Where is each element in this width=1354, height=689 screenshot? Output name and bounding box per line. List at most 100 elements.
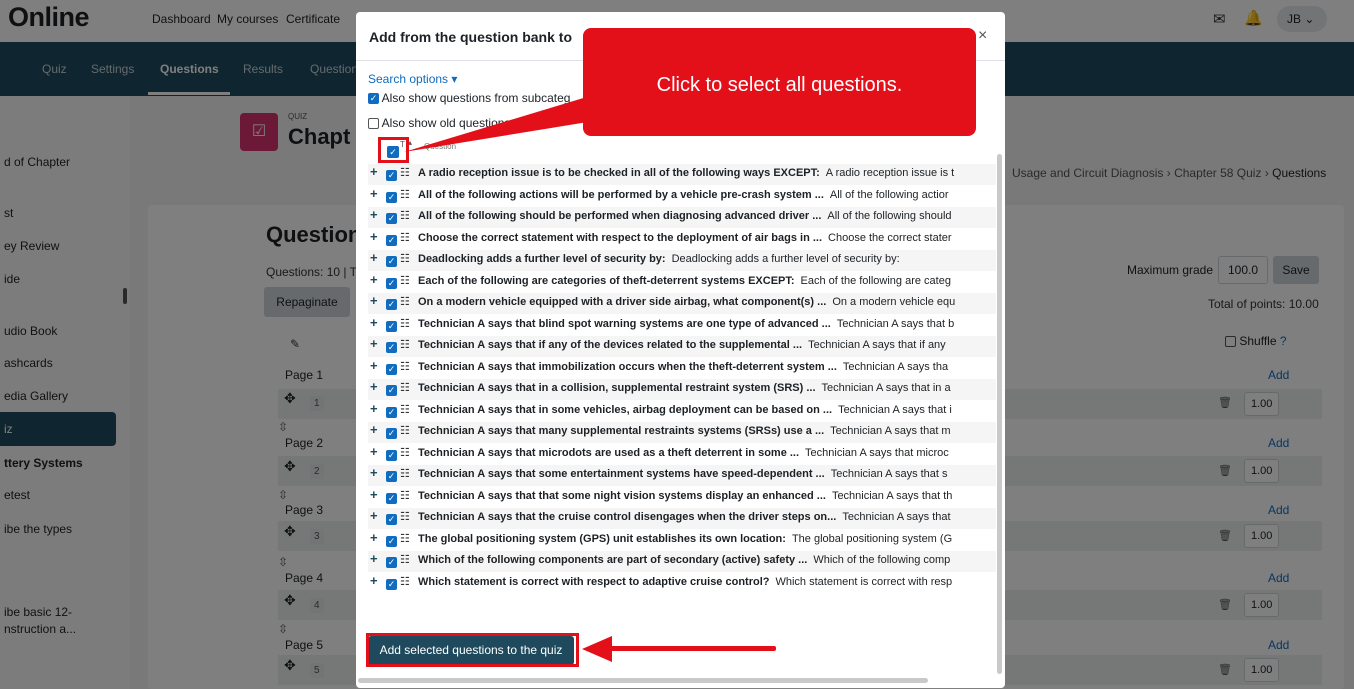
question-bank-row[interactable]: + ✓ ☷ Technician A says that some entertain… xyxy=(368,465,996,486)
question-bank-row[interactable]: + ✓ ☷ All of the following actions will be … xyxy=(368,186,996,207)
question-checkbox[interactable]: ✓ xyxy=(386,256,397,268)
question-checkbox[interactable]: ✓ xyxy=(386,299,397,311)
arrow-left-icon xyxy=(582,636,612,662)
multichoice-icon: ☷ xyxy=(400,425,410,437)
caret-down-icon: ▾ xyxy=(451,72,458,86)
question-bank-row[interactable]: + ✓ ☷ Technician A says that if any of the … xyxy=(368,336,996,357)
add-question-icon[interactable]: + xyxy=(370,272,382,287)
question-text: Technician A says that b xyxy=(836,317,955,330)
question-checkbox[interactable]: ✓ xyxy=(386,471,397,483)
question-text: A radio reception issue is t xyxy=(825,167,955,179)
add-selected-highlight xyxy=(366,633,579,667)
question-checkbox[interactable]: ✓ xyxy=(386,535,397,547)
question-text: Each of the following are categ xyxy=(800,274,951,287)
question-name: Technician A says that if any of the dev… xyxy=(418,339,803,351)
multichoice-icon: ☷ xyxy=(400,554,410,566)
add-question-icon[interactable]: + xyxy=(370,315,382,330)
question-bank-row[interactable]: + ✓ ☷ Technician A says that many supplemen… xyxy=(368,422,996,443)
add-question-icon[interactable]: + xyxy=(370,444,382,459)
question-bank-row[interactable]: + ✓ ☷ Technician A says that in some vehicl… xyxy=(368,401,996,422)
question-checkbox[interactable]: ✓ xyxy=(386,578,397,590)
subcategories-checkbox[interactable]: ✓ xyxy=(368,93,379,105)
question-name: Technician A says that in a collision, s… xyxy=(418,382,816,394)
question-bank-row[interactable]: + ✓ ☷ Technician A says that the cruise con… xyxy=(368,508,996,529)
question-bank-row[interactable]: + ✓ ☷ Technician A says that in a collision… xyxy=(368,379,996,400)
question-bank-row[interactable]: + ✓ ☷ Deadlocking adds a further level of s… xyxy=(368,250,996,271)
question-checkbox[interactable]: ✓ xyxy=(386,277,397,289)
question-checkbox[interactable]: ✓ xyxy=(386,213,397,225)
add-question-icon[interactable]: + xyxy=(370,465,382,480)
add-question-icon[interactable]: + xyxy=(370,422,382,437)
question-checkbox[interactable]: ✓ xyxy=(386,191,397,203)
question-bank-row[interactable]: + ✓ ☷ Technician A says that microdots are … xyxy=(368,444,996,465)
question-name: All of the following should be performed… xyxy=(418,210,822,222)
add-question-icon[interactable]: + xyxy=(370,164,382,179)
question-bank-row[interactable]: + ✓ ☷ All of the following should be perfor… xyxy=(368,207,996,228)
close-icon[interactable]: × xyxy=(978,27,987,45)
question-bank-row[interactable]: + ✓ ☷ Which statement is correct with respe… xyxy=(368,573,996,594)
question-text: Technician A says that if any xyxy=(808,339,946,351)
question-checkbox[interactable]: ✓ xyxy=(386,170,397,182)
add-question-icon[interactable]: + xyxy=(370,551,382,566)
question-checkbox[interactable]: ✓ xyxy=(386,406,397,418)
search-options-toggle[interactable]: Search options ▾ xyxy=(368,72,457,86)
multichoice-icon: ☷ xyxy=(400,339,410,351)
question-text: All of the following actior xyxy=(829,188,949,201)
add-question-icon[interactable]: + xyxy=(370,336,382,351)
question-checkbox[interactable]: ✓ xyxy=(386,428,397,440)
multichoice-icon: ☷ xyxy=(400,210,410,222)
question-text: Which statement is correct with resp xyxy=(775,575,953,588)
question-checkbox[interactable]: ✓ xyxy=(386,514,397,526)
question-text: Deadlocking adds a further level of secu… xyxy=(671,253,900,265)
multichoice-icon: ☷ xyxy=(400,167,410,179)
vertical-scrollbar[interactable] xyxy=(997,154,1002,674)
add-question-icon[interactable]: + xyxy=(370,207,382,222)
add-question-icon[interactable]: + xyxy=(370,229,382,244)
multichoice-icon: ☷ xyxy=(400,231,410,244)
horizontal-scrollbar[interactable] xyxy=(358,678,928,683)
multichoice-icon: ☷ xyxy=(400,511,410,523)
question-checkbox[interactable]: ✓ xyxy=(386,385,397,397)
add-question-icon[interactable]: + xyxy=(370,358,382,373)
question-bank-row[interactable]: + ✓ ☷ Choose the correct statement with res… xyxy=(368,229,996,250)
multichoice-icon: ☷ xyxy=(400,403,410,416)
question-checkbox[interactable]: ✓ xyxy=(386,342,397,354)
add-question-icon[interactable]: + xyxy=(370,379,382,394)
question-checkbox[interactable]: ✓ xyxy=(386,363,397,375)
question-text: Technician A says that in a xyxy=(821,382,951,394)
add-question-icon[interactable]: + xyxy=(370,573,382,588)
add-question-icon[interactable]: + xyxy=(370,487,382,502)
add-question-icon[interactable]: + xyxy=(370,186,382,201)
question-name: A radio reception issue is to be checked… xyxy=(418,167,820,179)
question-name: Technician A says that some entertainmen… xyxy=(418,468,825,480)
tutorial-callout: Click to select all questions. xyxy=(583,28,976,136)
add-question-icon[interactable]: + xyxy=(370,293,382,308)
question-bank-row[interactable]: + ✓ ☷ The global positioning system (GPS) u… xyxy=(368,530,996,551)
question-bank-row[interactable]: + ✓ ☷ Which of the following components are… xyxy=(368,551,996,572)
question-bank-row[interactable]: + ✓ ☷ A radio reception issue is to be chec… xyxy=(368,164,996,185)
multichoice-icon: ☷ xyxy=(400,446,410,459)
question-text: The global positioning system (G xyxy=(791,532,953,545)
question-bank-row[interactable]: + ✓ ☷ Technician A says that that some nigh… xyxy=(368,487,996,508)
arrow-shaft xyxy=(610,646,776,651)
add-question-icon[interactable]: + xyxy=(370,508,382,523)
question-text: Technician A says that xyxy=(842,511,951,523)
question-bank-row[interactable]: + ✓ ☷ On a modern vehicle equipped with a d… xyxy=(368,293,996,314)
question-text: Technician A says that th xyxy=(831,489,953,502)
question-bank-row[interactable]: + ✓ ☷ Technician A says that blind spot war… xyxy=(368,315,996,336)
add-question-icon[interactable]: + xyxy=(370,401,382,416)
question-name: On a modern vehicle equipped with a driv… xyxy=(418,296,827,308)
question-bank-row[interactable]: + ✓ ☷ Technician A says that immobilization… xyxy=(368,358,996,379)
question-checkbox[interactable]: ✓ xyxy=(386,234,397,246)
add-question-icon[interactable]: + xyxy=(370,530,382,545)
question-checkbox[interactable]: ✓ xyxy=(386,320,397,332)
question-checkbox[interactable]: ✓ xyxy=(386,557,397,569)
question-name: Which of the following components are pa… xyxy=(418,554,808,566)
question-bank-row[interactable]: + ✓ ☷ Each of the following are categories … xyxy=(368,272,996,293)
question-checkbox[interactable]: ✓ xyxy=(386,449,397,461)
add-question-icon[interactable]: + xyxy=(370,250,382,265)
question-name: Technician A says that the cruise contro… xyxy=(418,511,837,523)
question-text: Technician A says that s xyxy=(830,468,948,480)
question-checkbox[interactable]: ✓ xyxy=(386,492,397,504)
old-questions-checkbox[interactable] xyxy=(368,118,379,130)
